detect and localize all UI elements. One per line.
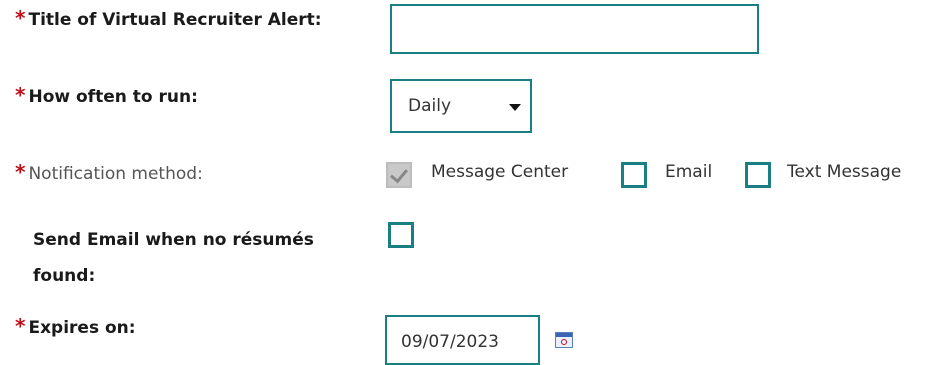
expires-date-value: 09/07/2023 [401, 332, 499, 352]
frequency-select[interactable]: Daily [390, 79, 532, 133]
email-checkbox[interactable] [621, 162, 647, 188]
title-label-text: Title of Virtual Recruiter Alert: [28, 10, 322, 30]
calendar-header [556, 333, 572, 337]
required-marker: * [15, 6, 26, 30]
calendar-today-marker [561, 339, 567, 345]
title-label: * Title of Virtual Recruiter Alert: [15, 6, 322, 34]
no-resumes-label-line2: found: [33, 266, 96, 286]
no-resumes-label-line1: Send Email when no résumés [33, 230, 314, 250]
required-marker: * [15, 314, 26, 338]
message-center-checkbox[interactable] [386, 162, 412, 188]
message-center-label: Message Center [431, 162, 569, 182]
frequency-label: * How often to run: [15, 83, 198, 111]
expires-label-text: Expires on: [28, 318, 136, 338]
calendar-icon[interactable] [555, 332, 573, 348]
text-message-label: Text Message [787, 162, 902, 182]
chevron-down-icon [509, 104, 521, 111]
alert-title-input[interactable] [390, 4, 759, 54]
no-resumes-email-checkbox[interactable] [388, 222, 414, 248]
email-label: Email [665, 162, 713, 182]
required-marker: * [15, 83, 26, 107]
notification-label-text: Notification method: [28, 164, 203, 184]
notification-label: * Notification method: [15, 160, 203, 188]
text-message-checkbox[interactable] [745, 162, 771, 188]
frequency-label-text: How often to run: [28, 87, 198, 107]
checkmark-icon [390, 164, 408, 184]
expires-label: * Expires on: [15, 314, 136, 342]
frequency-selected-value: Daily [408, 96, 452, 116]
no-resumes-label: Send Email when no résumés found: [33, 222, 314, 294]
required-marker: * [15, 160, 26, 184]
